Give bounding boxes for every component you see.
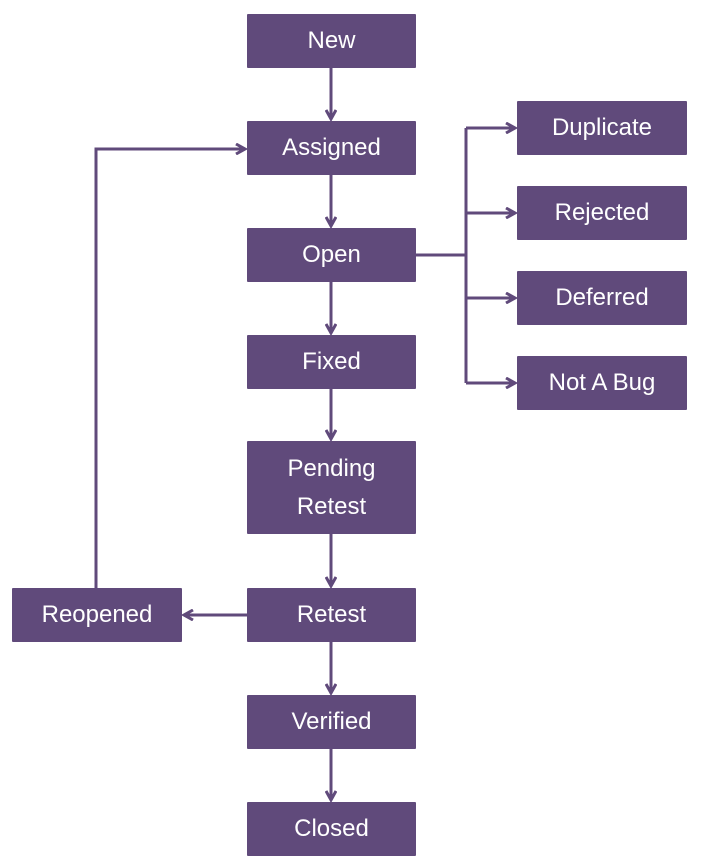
state-fixed: Fixed [247, 335, 416, 389]
state-not-a-bug: Not A Bug [517, 356, 687, 410]
state-closed: Closed [247, 802, 416, 856]
state-rejected: Rejected [517, 186, 687, 240]
pending-retest-line-1: Pending [287, 454, 376, 482]
state-deferred: Deferred [517, 271, 687, 325]
state-retest: Retest [247, 588, 416, 642]
bug-lifecycle-diagram: New Assigned Open Fixed Pending Retest Re… [0, 0, 707, 864]
state-assigned: Assigned [247, 121, 416, 175]
pending-retest-line-2: Retest [296, 492, 367, 520]
state-new: New [247, 14, 416, 68]
state-open: Open [247, 228, 416, 282]
state-reopened: Reopened [12, 588, 182, 642]
state-verified: Verified [247, 695, 416, 749]
arrow-reopened-assigned [94, 149, 245, 588]
state-duplicate: Duplicate [517, 101, 687, 155]
state-pending-retest: Pending Retest [247, 441, 416, 534]
